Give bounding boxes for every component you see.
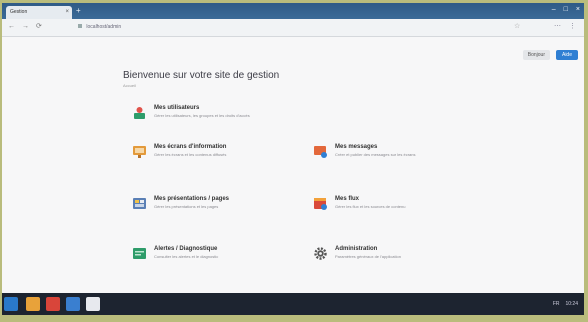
user-button[interactable]: Bonjour (522, 50, 550, 60)
tab-label: Gestion (10, 9, 28, 15)
user-icon (133, 106, 146, 119)
card-feeds[interactable]: Mes flux Gérer les flux et les sources d… (314, 195, 464, 221)
close-icon[interactable]: × (65, 6, 69, 19)
card-title: Mes utilisateurs (154, 105, 200, 111)
card-title: Mes messages (335, 144, 378, 150)
card-title: Alertes / Diagnostique (154, 246, 218, 252)
document-icon[interactable] (86, 297, 100, 311)
window-controls: – □ × (552, 5, 580, 15)
menu-icon[interactable]: ⋮ (569, 22, 576, 32)
feed-icon (314, 197, 327, 210)
maximize-icon[interactable]: □ (564, 5, 568, 15)
page-content: Bonjour Aide Bienvenue sur votre site de… (2, 37, 584, 293)
card-desc: Paramètres généraux de l'application (335, 254, 401, 259)
screen-icon (133, 145, 146, 158)
forward-icon[interactable]: → (22, 22, 29, 32)
language-indicator[interactable]: FR (553, 299, 560, 309)
address-bar: ← → ⟳ localhost/admin ☆ ⋯ ⋮ (2, 19, 584, 37)
clock[interactable]: 10:24 (565, 299, 578, 309)
system-tray: FR 10:24 (553, 299, 578, 309)
browser-tab[interactable]: Gestion × (6, 6, 72, 19)
minimize-icon[interactable]: – (552, 5, 556, 15)
header-buttons: Bonjour Aide (522, 50, 578, 60)
alert-icon (133, 247, 146, 260)
card-screens[interactable]: Mes écrans d'information Gérer les écran… (133, 143, 283, 169)
reload-icon[interactable]: ⟳ (36, 22, 42, 32)
breadcrumb: Accueil (123, 83, 136, 88)
extensions-icon[interactable]: ⋯ (554, 22, 561, 32)
help-button[interactable]: Aide (555, 50, 578, 60)
card-title: Administration (335, 246, 378, 252)
start-button[interactable] (4, 297, 18, 311)
lock-icon (78, 24, 82, 28)
media-icon[interactable] (46, 297, 60, 311)
card-messages[interactable]: Mes messages Créer et publier des messag… (314, 143, 464, 169)
nav-buttons: ← → ⟳ (8, 22, 42, 32)
card-desc: Gérer les présentations et les pages (154, 204, 219, 209)
new-tab-button[interactable]: + (76, 7, 81, 15)
screen: Gestion × + – □ × ← → ⟳ localhost/admin … (2, 3, 584, 315)
browser-tabstrip: Gestion × + – □ × (2, 3, 584, 19)
star-icon[interactable]: ☆ (514, 22, 520, 30)
card-alerts[interactable]: Alertes / Diagnostique Consulter les ale… (133, 245, 283, 271)
card-desc: Gérer les écrans et les contenus diffusé… (154, 152, 227, 157)
card-administration[interactable]: Administration Paramètres généraux de l'… (314, 245, 464, 271)
card-title: Mes écrans d'information (154, 144, 227, 150)
presentation-icon (133, 197, 146, 210)
card-desc: Gérer les flux et les sources de contenu (335, 204, 406, 209)
browser-menu: ⋯ ⋮ (554, 22, 576, 32)
page-title: Bienvenue sur votre site de gestion (123, 70, 280, 81)
taskbar-apps (26, 297, 100, 311)
folder-icon[interactable] (26, 297, 40, 311)
close-window-icon[interactable]: × (576, 5, 580, 15)
back-icon[interactable]: ← (8, 22, 15, 32)
card-users[interactable]: Mes utilisateurs Gérer les utilisateurs,… (133, 104, 283, 130)
taskbar: FR 10:24 (2, 293, 584, 315)
url-text: localhost/admin (86, 24, 122, 30)
message-icon (314, 145, 327, 158)
browser-icon[interactable] (66, 297, 80, 311)
url-field[interactable]: localhost/admin (78, 23, 498, 32)
card-title: Mes présentations / pages (154, 196, 230, 202)
gear-icon (314, 247, 327, 260)
card-desc: Gérer les utilisateurs, les groupes et l… (154, 113, 250, 118)
card-presentations[interactable]: Mes présentations / pages Gérer les prés… (133, 195, 283, 221)
card-title: Mes flux (335, 196, 360, 202)
card-desc: Créer et publier des messages sur les éc… (335, 152, 416, 157)
card-desc: Consulter les alertes et le diagnostic (154, 254, 219, 259)
